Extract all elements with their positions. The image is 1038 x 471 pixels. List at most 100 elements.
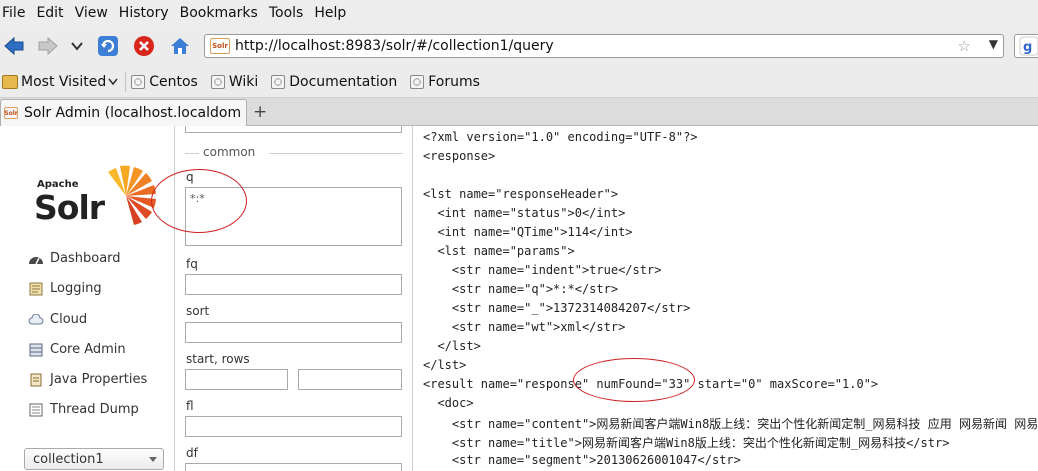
bookmark-page-icon: [410, 74, 425, 89]
core-selector[interactable]: collection1: [24, 448, 164, 470]
new-tab-plus-icon[interactable]: +: [253, 102, 267, 122]
sidebar-item-thread-dump[interactable]: Thread Dump: [28, 402, 139, 417]
thread-dump-icon: [28, 403, 44, 417]
sidebar-item-label: Thread Dump: [50, 402, 139, 417]
xml-line: <str name="title">网易新闻客户端Win8版上线：突出个性化新闻…: [423, 436, 950, 450]
bookmark-label: Centos: [149, 73, 198, 90]
bookmark-centos[interactable]: Centos: [131, 74, 198, 90]
xml-line: </lst>: [423, 339, 481, 353]
search-engine-box[interactable]: g: [1014, 34, 1038, 58]
home-button[interactable]: [168, 34, 192, 58]
bookmarks-toolbar: Most Visited Centos Wiki Documentation F…: [0, 66, 1038, 98]
xml-line: </lst>: [423, 358, 467, 372]
bookmark-label: Wiki: [228, 73, 259, 90]
folder-icon: [2, 74, 18, 89]
sidebar-item-label: Logging: [50, 281, 102, 296]
xml-line: <result name="response" numFound="33" st…: [423, 377, 879, 391]
stop-button[interactable]: [132, 34, 156, 58]
bookmark-label: Most Visited: [21, 73, 107, 90]
tab-solr-admin[interactable]: Solr Solr Admin (localhost.localdom...: [0, 99, 247, 126]
menu-edit[interactable]: Edit: [36, 5, 63, 21]
reload-icon: [98, 36, 118, 56]
java-icon: [28, 373, 44, 387]
sort-input[interactable]: [185, 322, 402, 343]
bookmark-page-icon: [210, 74, 225, 89]
xml-line: <int name="QTime">114</int>: [423, 225, 633, 239]
bookmark-label: Documentation: [289, 73, 398, 90]
xml-line: <str name="segment">20130626001047</str>: [423, 453, 741, 467]
forward-button[interactable]: [36, 34, 60, 58]
request-handler-input[interactable]: [185, 126, 402, 133]
xml-line: <str name="indent">true</str>: [423, 263, 662, 277]
reload-button[interactable]: [96, 34, 120, 58]
bookmark-page-icon: [271, 74, 286, 89]
rows-input[interactable]: [298, 369, 402, 390]
xml-line: <str name="wt">xml</str>: [423, 320, 626, 334]
bookmark-page-icon: [131, 74, 146, 89]
history-dropdown[interactable]: [68, 36, 86, 56]
home-icon: [171, 38, 189, 54]
site-favicon-icon: Solr: [210, 38, 230, 54]
fl-input[interactable]: [185, 416, 402, 437]
dashboard-icon: [28, 252, 44, 266]
bookmark-documentation[interactable]: Documentation: [271, 74, 397, 90]
query-form: common q *:* fq sort start, rows fl df: [175, 126, 412, 471]
tab-title: Solr Admin (localhost.localdom...: [24, 105, 242, 121]
logging-icon: [28, 282, 44, 296]
page-content: Apache Solr Dashboard Logging Cloud Core…: [0, 126, 1038, 471]
start-input[interactable]: [185, 369, 288, 390]
legend-text: common: [201, 145, 258, 159]
common-fieldset-legend: common: [185, 145, 405, 161]
xml-response-output: <?xml version="1.0" encoding="UTF-8"?> <…: [423, 126, 1038, 471]
xml-line: <str name="_">1372314084207</str>: [423, 301, 691, 315]
xml-line: <str name="q">*:*</str>: [423, 282, 619, 296]
sidebar-item-core-admin[interactable]: Core Admin: [28, 342, 126, 357]
xml-line: <lst name="responseHeader">: [423, 187, 619, 201]
xml-line: <response>: [423, 149, 496, 163]
menu-view[interactable]: View: [75, 5, 108, 21]
core-selector-value: collection1: [33, 451, 104, 467]
menu-bookmarks[interactable]: Bookmarks: [180, 5, 258, 21]
url-dropdown-icon[interactable]: ▼: [989, 37, 998, 51]
fq-label: fq: [186, 257, 198, 271]
chevron-down-icon: [71, 42, 83, 51]
xml-line: <lst name="params">: [423, 244, 575, 258]
start-rows-label: start, rows: [186, 352, 250, 366]
url-input[interactable]: [235, 38, 955, 54]
tab-bar: Solr Solr Admin (localhost.localdom... +: [0, 98, 1038, 126]
bookmark-star-icon[interactable]: ☆: [958, 37, 971, 55]
solr-sidebar: Apache Solr Dashboard Logging Cloud Core…: [0, 126, 174, 471]
df-input[interactable]: [185, 463, 402, 471]
column-divider: [412, 126, 413, 471]
menu-help[interactable]: Help: [314, 5, 346, 21]
sidebar-item-logging[interactable]: Logging: [28, 281, 102, 296]
bookmark-wiki[interactable]: Wiki: [210, 73, 259, 90]
back-arrow-icon: [4, 36, 24, 56]
menu-tools[interactable]: Tools: [269, 5, 304, 21]
fl-label: fl: [186, 399, 194, 413]
fq-input[interactable]: [185, 274, 402, 295]
q-input[interactable]: *:*: [185, 187, 402, 246]
sidebar-item-label: Cloud: [50, 312, 88, 327]
menu-file[interactable]: File: [2, 5, 25, 21]
core-admin-icon: [28, 343, 44, 357]
bookmark-label: Forums: [428, 73, 480, 90]
menu-bar: File Edit View History Bookmarks Tools H…: [0, 0, 1038, 26]
bookmark-most-visited[interactable]: Most Visited: [2, 74, 118, 90]
q-label: q: [186, 170, 194, 184]
xml-line: <str name="content">网易新闻客户端Win8版上线：突出个性化…: [423, 417, 1038, 431]
bookmark-separator: [125, 71, 127, 92]
google-icon: g: [1019, 36, 1038, 56]
forward-arrow-icon: [38, 36, 58, 56]
sidebar-item-java-properties[interactable]: Java Properties: [28, 372, 147, 387]
bookmark-forums[interactable]: Forums: [410, 74, 480, 90]
menu-history[interactable]: History: [119, 5, 169, 21]
back-button[interactable]: [2, 34, 26, 58]
cloud-icon: [28, 313, 44, 327]
sidebar-item-label: Core Admin: [50, 342, 126, 357]
address-bar[interactable]: Solr ☆ ▼: [204, 34, 1004, 58]
sidebar-item-cloud[interactable]: Cloud: [28, 312, 87, 327]
sidebar-item-dashboard[interactable]: Dashboard: [28, 251, 121, 266]
solr-logo[interactable]: Apache Solr: [34, 162, 164, 232]
xml-line: <int name="status">0</int>: [423, 206, 626, 220]
